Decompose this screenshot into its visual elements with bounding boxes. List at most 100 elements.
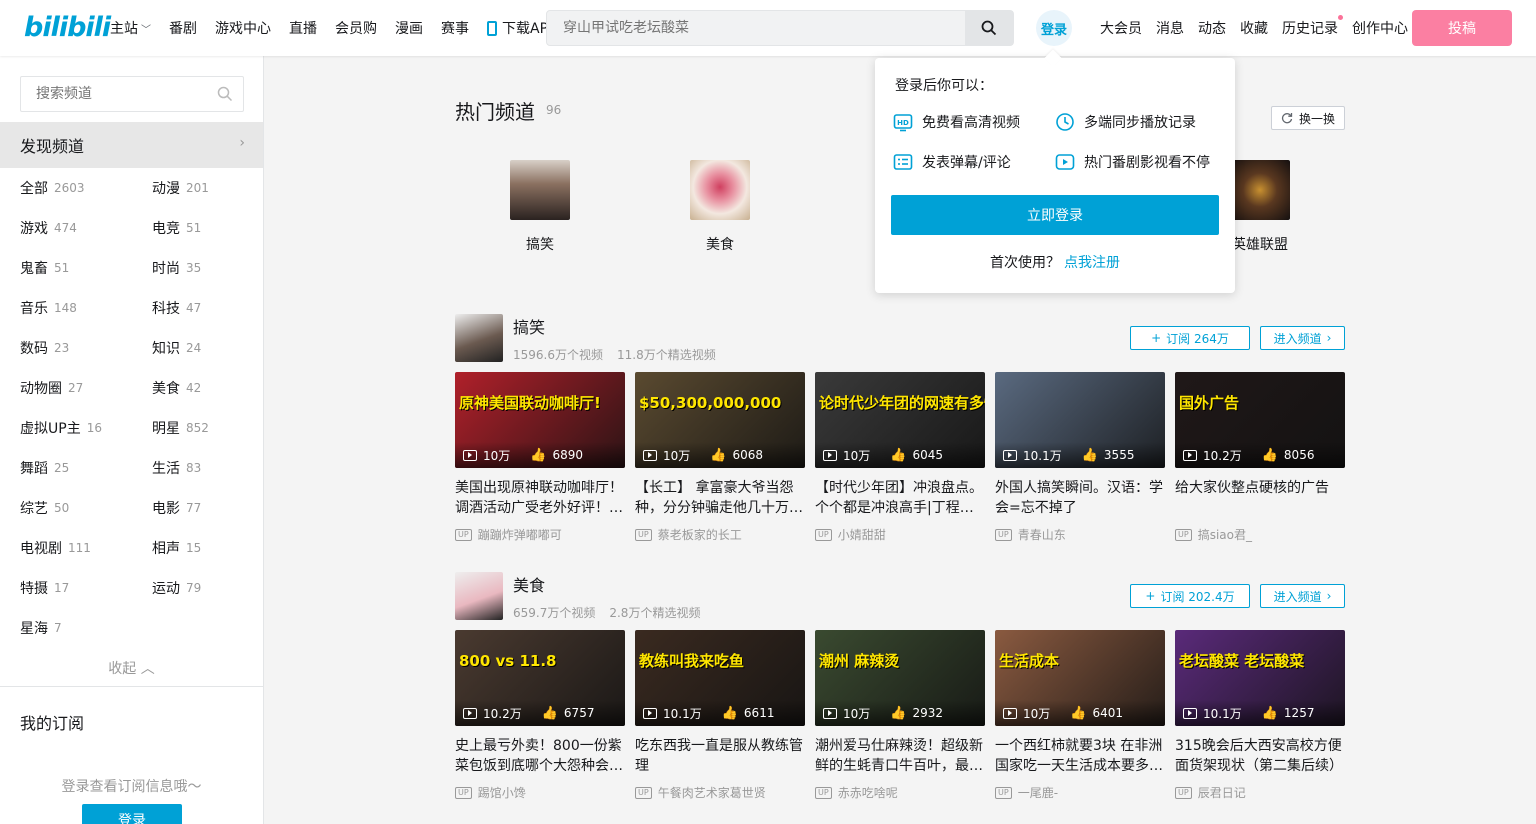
- video-cover[interactable]: 10.1万 👍 3555: [995, 372, 1165, 468]
- category-item[interactable]: 动物圈 27: [20, 368, 152, 408]
- category-item[interactable]: 鬼畜 51: [20, 248, 152, 288]
- nav-mall[interactable]: 会员购: [335, 18, 377, 38]
- video-title[interactable]: 潮州爱马仕麻辣烫！超级新鲜的生蚝青口牛百叶，最…: [815, 736, 985, 776]
- uploader[interactable]: UP 午餐肉艺术家葛世贤: [635, 784, 805, 801]
- refresh-button[interactable]: 换一换: [1271, 106, 1345, 130]
- video-title[interactable]: 315晚会后大西安高校方便面货架现状（第二集后续）: [1175, 736, 1345, 776]
- video-card[interactable]: 国外广告 10.2万 👍 8056 给大家伙整点硬核的广告 UP 搞siao君_: [1175, 372, 1345, 543]
- hot-channel-food[interactable]: 美食: [690, 160, 750, 253]
- video-title[interactable]: 史上最亏外卖！800一份紫菜包饭到底哪个大怨种会…: [455, 736, 625, 776]
- uploader[interactable]: UP 辰君日记: [1175, 784, 1345, 801]
- category-item[interactable]: 特摄 17: [20, 568, 152, 608]
- upload-button[interactable]: 投稿: [1412, 10, 1512, 46]
- video-card[interactable]: 生活成本 10万 👍 6401 一个西红柿就要3块 在非洲国家吃一天生活成本要多… UP 一…: [995, 630, 1165, 801]
- nav-vip[interactable]: 大会员: [1100, 18, 1142, 38]
- video-card[interactable]: 老坛酸菜 老坛酸菜 10.1万 👍 1257 315晚会后大西安高校方便面货架现状（第二…: [1175, 630, 1345, 801]
- nav-esports[interactable]: 赛事: [441, 18, 469, 38]
- category-item[interactable]: 数码 23: [20, 328, 152, 368]
- search-icon[interactable]: [217, 86, 233, 102]
- hot-channel-lol[interactable]: 英雄联盟: [1230, 160, 1290, 253]
- uploader[interactable]: UP 赤赤吃啥呢: [815, 784, 985, 801]
- category-item[interactable]: 音乐 148: [20, 288, 152, 328]
- nav-anime[interactable]: 番剧: [169, 18, 197, 38]
- search-input[interactable]: [547, 11, 967, 45]
- video-card[interactable]: 教练叫我来吃鱼 10.1万 👍 6611 吃东西我一直是服从教练管理 UP 午餐肉艺术家葛世…: [635, 630, 805, 801]
- video-cover[interactable]: 老坛酸菜 老坛酸菜 10.1万 👍 1257: [1175, 630, 1345, 726]
- video-cover[interactable]: 原神美国联动咖啡厅! 10万 👍 6890: [455, 372, 625, 468]
- video-title[interactable]: 外国人搞笑瞬间。汉语：学会=忘不掉了: [995, 478, 1165, 518]
- uploader[interactable]: UP 搞siao君_: [1175, 526, 1345, 543]
- category-item[interactable]: 时尚 35: [152, 248, 260, 288]
- category-item[interactable]: 游戏 474: [20, 208, 152, 248]
- discover-channels[interactable]: 发现频道 ›: [0, 122, 263, 168]
- channel-name[interactable]: 美食: [513, 572, 545, 596]
- nav-manga[interactable]: 漫画: [395, 18, 423, 38]
- category-item[interactable]: 电影 77: [152, 488, 260, 528]
- category-item[interactable]: 电竞 51: [152, 208, 260, 248]
- nav-live[interactable]: 直播: [289, 18, 317, 38]
- search-button[interactable]: [965, 11, 1013, 45]
- category-item[interactable]: 生活 83: [152, 448, 260, 488]
- uploader[interactable]: UP 踢馆小馋: [455, 784, 625, 801]
- video-title[interactable]: 给大家伙整点硬核的广告: [1175, 478, 1345, 518]
- uploader[interactable]: UP 蹦蹦炸弹嘟嘟可: [455, 526, 625, 543]
- sidebar-login-button[interactable]: 登录: [82, 804, 182, 824]
- category-item[interactable]: 虚拟UP主 16: [20, 408, 152, 448]
- uploader[interactable]: UP 青春山东: [995, 526, 1165, 543]
- category-item[interactable]: 综艺 50: [20, 488, 152, 528]
- video-cover[interactable]: 800 vs 11.8 10.2万 👍 6757: [455, 630, 625, 726]
- video-card[interactable]: 10.1万 👍 3555 外国人搞笑瞬间。汉语：学会=忘不掉了 UP 青春山东: [995, 372, 1165, 543]
- video-card[interactable]: 原神美国联动咖啡厅! 10万 👍 6890 美国出现原神联动咖啡厅！调酒活动广受老外好评…: [455, 372, 625, 543]
- category-item[interactable]: 科技 47: [152, 288, 260, 328]
- register-link[interactable]: 点我注册: [1064, 255, 1120, 271]
- nav-game-center[interactable]: 游戏中心: [215, 18, 271, 38]
- uploader[interactable]: UP 小婧甜甜: [815, 526, 985, 543]
- enter-channel-button[interactable]: 进入频道 ›: [1260, 584, 1345, 608]
- category-item[interactable]: 星海 7: [20, 608, 152, 648]
- video-title[interactable]: 【长工】 拿富豪大爷当怨种，分分钟骗走他几十万…: [635, 478, 805, 518]
- nav-main-site[interactable]: 主站 ﹀: [110, 18, 151, 38]
- category-item[interactable]: 舞蹈 25: [20, 448, 152, 488]
- video-cover[interactable]: 教练叫我来吃鱼 10.1万 👍 6611: [635, 630, 805, 726]
- video-card[interactable]: 潮州 麻辣烫 10万 👍 2932 潮州爱马仕麻辣烫！超级新鲜的生蚝青口牛百叶，最… UP…: [815, 630, 985, 801]
- hot-channel-funny[interactable]: 搞笑: [510, 160, 570, 253]
- uploader[interactable]: UP 一尾鹿-: [995, 784, 1165, 801]
- nav-favorites[interactable]: 收藏: [1240, 18, 1268, 38]
- channel-avatar[interactable]: [455, 314, 503, 362]
- video-cover[interactable]: 论时代少年团的网速有多快 10万 👍 6045: [815, 372, 985, 468]
- nav-history[interactable]: 历史记录: [1282, 15, 1343, 38]
- enter-channel-button[interactable]: 进入频道 ›: [1260, 326, 1345, 350]
- nav-messages[interactable]: 消息: [1156, 18, 1184, 38]
- collapse-button[interactable]: 收起 ︿: [0, 658, 263, 678]
- video-cover[interactable]: 潮州 麻辣烫 10万 👍 2932: [815, 630, 985, 726]
- channel-avatar[interactable]: [455, 572, 503, 620]
- category-item[interactable]: 明星 852: [152, 408, 260, 448]
- header-login-avatar[interactable]: 登录: [1036, 10, 1072, 46]
- channel-search-input[interactable]: [21, 77, 211, 111]
- nav-dynamics[interactable]: 动态: [1198, 18, 1226, 38]
- video-title[interactable]: 一个西红柿就要3块 在非洲国家吃一天生活成本要多…: [995, 736, 1165, 776]
- video-cover[interactable]: 生活成本 10万 👍 6401: [995, 630, 1165, 726]
- category-item[interactable]: 电视剧 111: [20, 528, 152, 568]
- video-card[interactable]: 800 vs 11.8 10.2万 👍 6757 史上最亏外卖！800一份紫菜包饭到底哪…: [455, 630, 625, 801]
- category-item[interactable]: 动漫 201: [152, 168, 260, 208]
- video-title[interactable]: 【时代少年团】冲浪盘点。个个都是冲浪高手|丁程…: [815, 478, 985, 518]
- category-item[interactable]: 知识 24: [152, 328, 260, 368]
- popup-login-button[interactable]: 立即登录: [891, 195, 1219, 235]
- uploader[interactable]: UP 蔡老板家的长工: [635, 526, 805, 543]
- nav-creator-center[interactable]: 创作中心: [1352, 18, 1408, 38]
- video-card[interactable]: 论时代少年团的网速有多快 10万 👍 6045 【时代少年团】冲浪盘点。个个都是冲浪高手…: [815, 372, 985, 543]
- video-title[interactable]: 美国出现原神联动咖啡厅！调酒活动广受老外好评！…: [455, 478, 625, 518]
- subscribe-button[interactable]: + 订阅 264万: [1130, 326, 1250, 350]
- video-title[interactable]: 吃东西我一直是服从教练管理: [635, 736, 805, 776]
- category-item[interactable]: 相声 15: [152, 528, 260, 568]
- video-card[interactable]: $50,300,000,000 10万 👍 6068 【长工】 拿富豪大爷当怨种，分分钟…: [635, 372, 805, 543]
- category-item[interactable]: 美食 42: [152, 368, 260, 408]
- video-cover[interactable]: 国外广告 10.2万 👍 8056: [1175, 372, 1345, 468]
- channel-name[interactable]: 搞笑: [513, 314, 545, 338]
- video-cover[interactable]: $50,300,000,000 10万 👍 6068: [635, 372, 805, 468]
- subscribe-button[interactable]: + 订阅 202.4万: [1130, 584, 1250, 608]
- bilibili-logo[interactable]: bilibili: [24, 12, 111, 43]
- category-item[interactable]: 运动 79: [152, 568, 260, 608]
- category-item[interactable]: 全部 2603: [20, 168, 152, 208]
